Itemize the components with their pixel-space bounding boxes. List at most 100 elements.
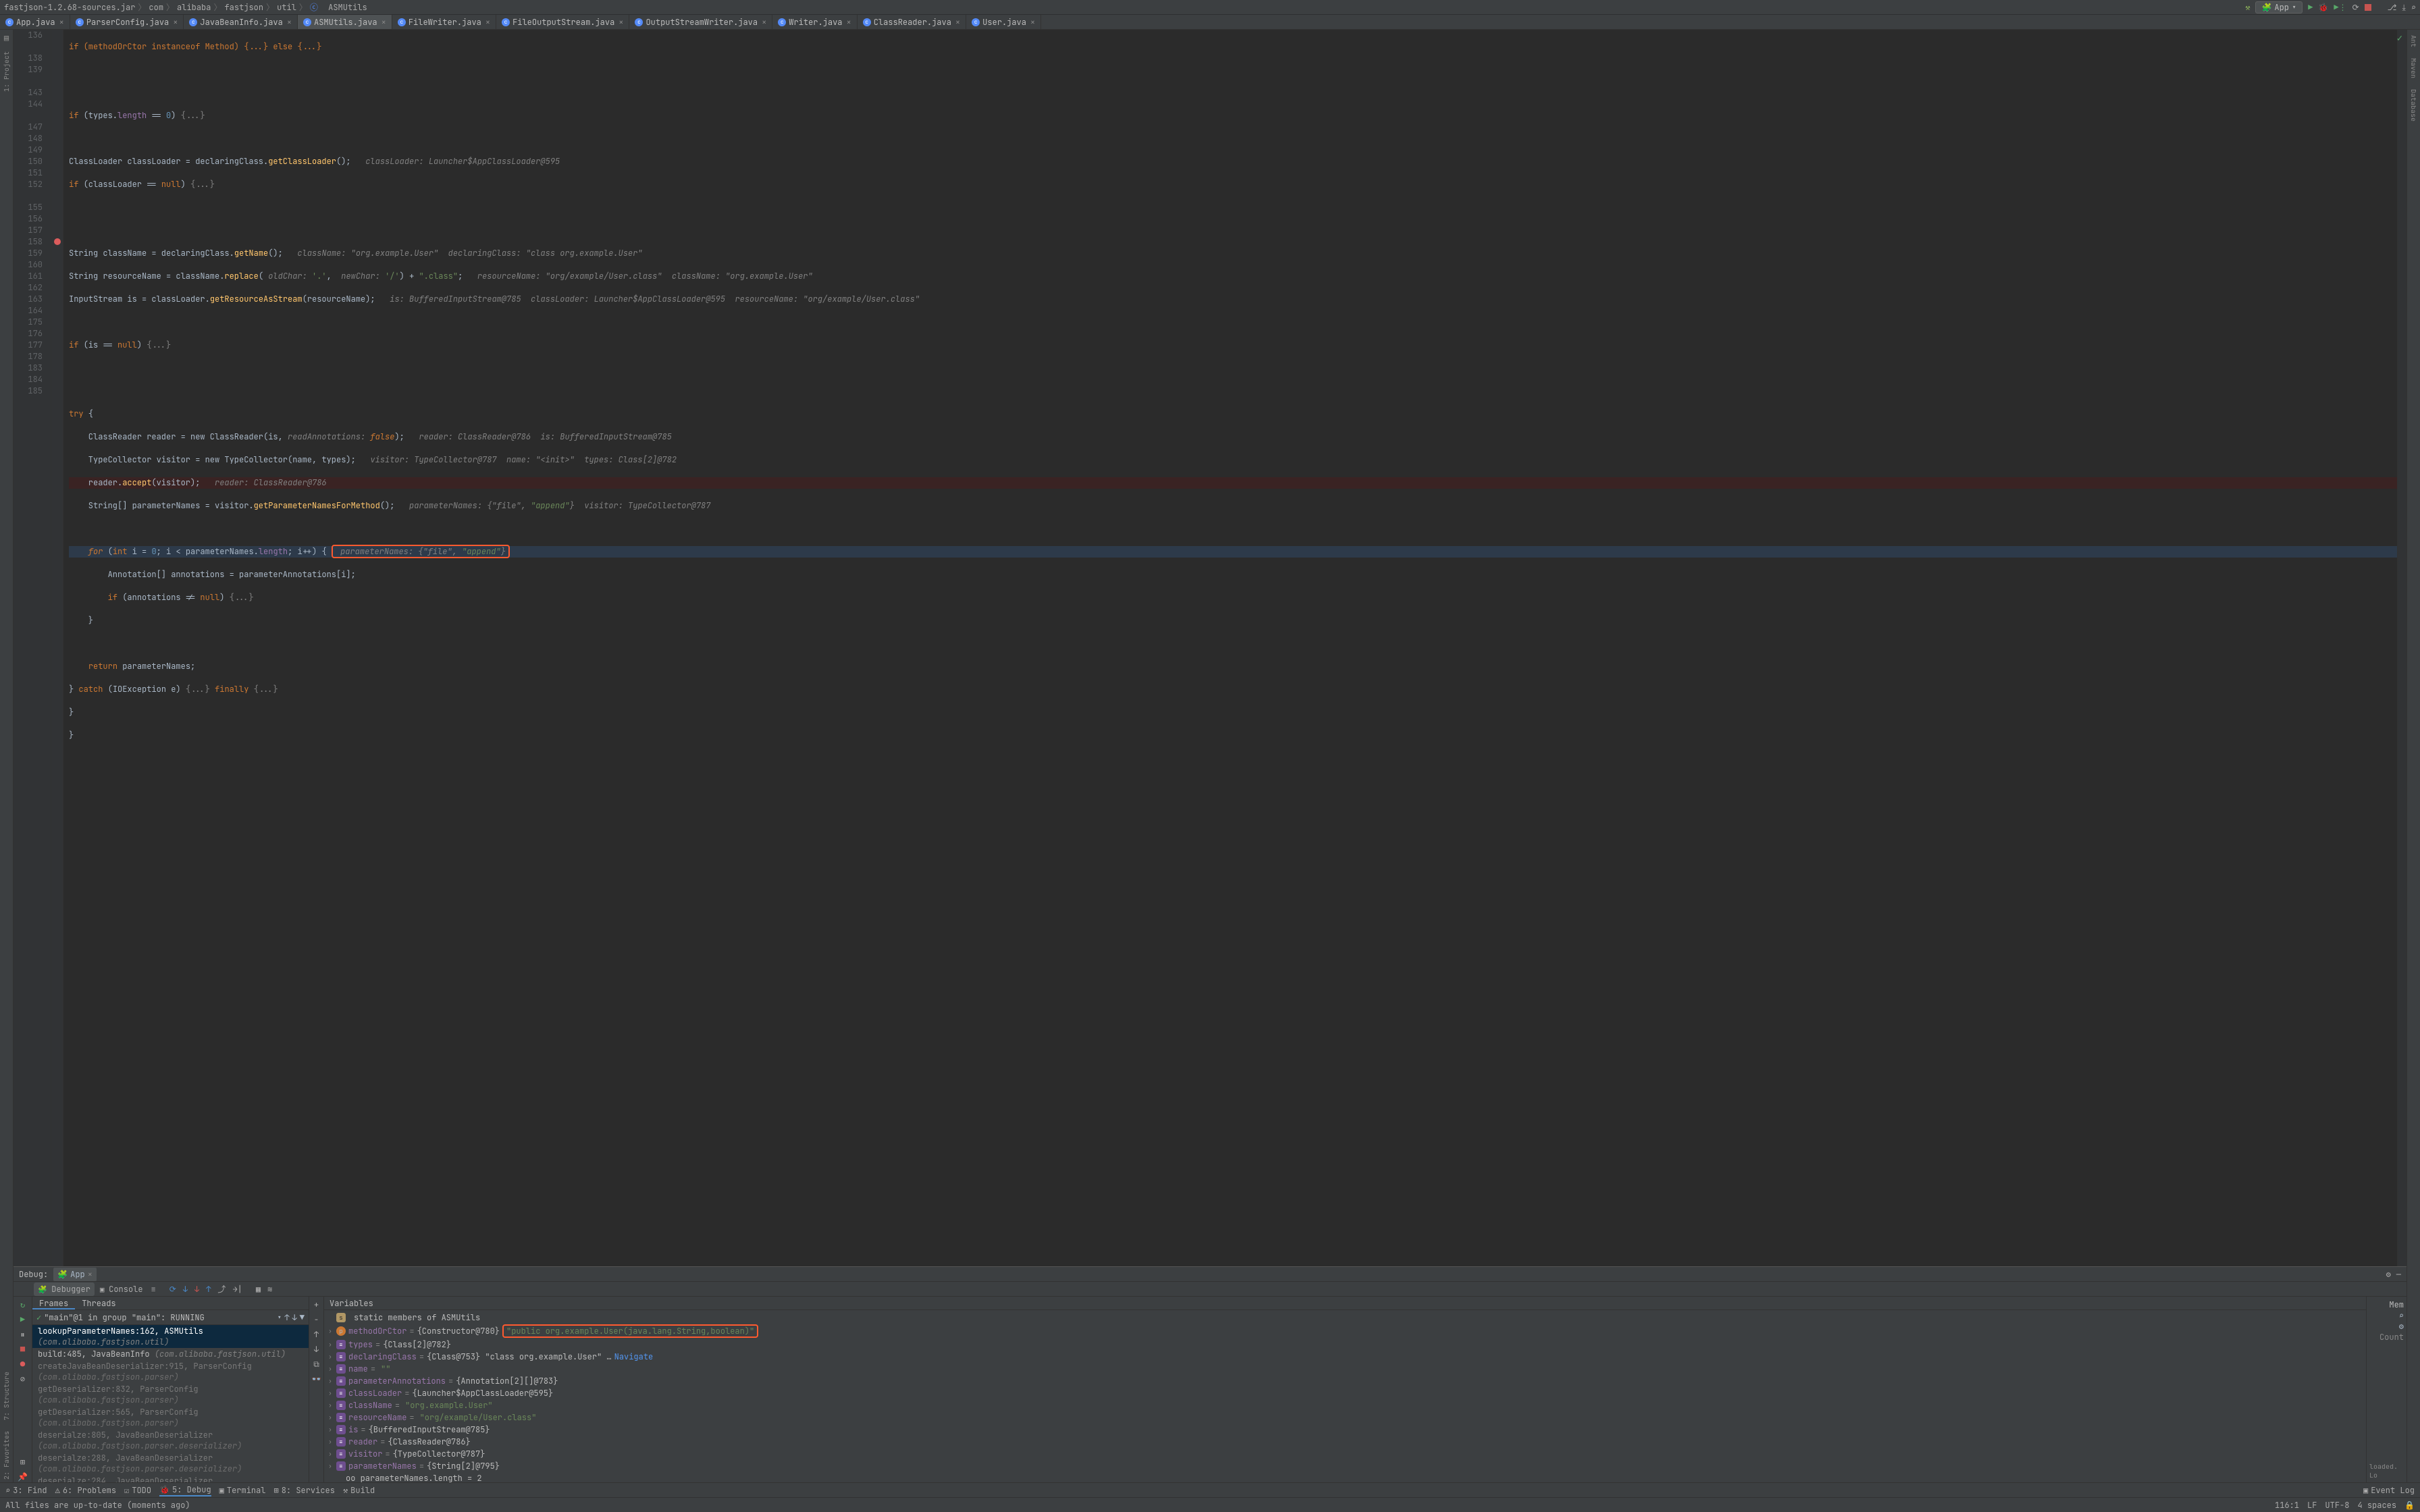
- toolwin-services[interactable]: ⊞ 8: Services: [274, 1485, 335, 1496]
- stack-frame[interactable]: deserialze:284, JavaBeanDeserializer (co…: [32, 1475, 309, 1482]
- editor-tab[interactable]: cASMUtils.java×: [298, 15, 392, 29]
- trace-icon[interactable]: ≋: [265, 1282, 275, 1296]
- build-icon[interactable]: ⚒: [2245, 2, 2250, 13]
- toolwin-eventlog[interactable]: ▣ Event Log: [2363, 1485, 2415, 1496]
- close-icon[interactable]: ×: [485, 17, 490, 28]
- close-icon[interactable]: ×: [619, 17, 623, 28]
- resume-icon[interactable]: ▶: [20, 1314, 25, 1325]
- editor-tab[interactable]: cOutputStreamWriter.java×: [629, 15, 772, 29]
- prev-frame-icon[interactable]: ↑: [284, 1312, 289, 1323]
- inspection-ok-icon[interactable]: ✓: [2397, 32, 2402, 45]
- coverage-icon[interactable]: ▶⋮: [2334, 2, 2346, 13]
- editor-tab[interactable]: cApp.java×: [0, 15, 70, 29]
- force-step-icon[interactable]: ↓: [192, 1282, 202, 1296]
- toolwin-build[interactable]: ⚒ Build: [343, 1485, 375, 1496]
- lock-icon[interactable]: 🔒: [2404, 1500, 2415, 1511]
- variables-list[interactable]: sstatic members of ASMUtils›pmethodOrCto…: [324, 1310, 2366, 1482]
- filter-icon[interactable]: ▼: [300, 1312, 305, 1323]
- mem-gear-icon[interactable]: ⚙: [2399, 1321, 2404, 1332]
- navigate-link[interactable]: Navigate: [614, 1351, 654, 1362]
- stack-frame[interactable]: getDeserializer:832, ParserConfig (com.a…: [32, 1383, 309, 1406]
- variable-row[interactable]: ›≡reader = {ClassReader@786}: [324, 1436, 2366, 1448]
- frames-tab[interactable]: Frames: [32, 1297, 75, 1310]
- variable-row[interactable]: ›≡name = "": [324, 1363, 2366, 1375]
- folder-icon[interactable]: ▤: [4, 32, 9, 43]
- variable-row[interactable]: ›≡resourceName = "org/example/User.class…: [324, 1411, 2366, 1424]
- drop-frame-icon[interactable]: ⤴: [215, 1282, 228, 1296]
- remove-var-icon[interactable]: −: [314, 1314, 319, 1325]
- step-tool-1[interactable]: ≡: [149, 1282, 159, 1296]
- minimize-icon[interactable]: —: [2396, 1269, 2401, 1280]
- stack-frame[interactable]: build:485, JavaBeanInfo (com.alibaba.fas…: [32, 1348, 309, 1360]
- editor-tab[interactable]: cClassReader.java×: [858, 15, 966, 29]
- breakpoint-icon[interactable]: [54, 238, 61, 245]
- toolwin-find[interactable]: ⌕ 3: Find: [5, 1485, 47, 1496]
- add-var-icon[interactable]: +: [314, 1299, 319, 1310]
- close-icon[interactable]: ×: [1030, 17, 1035, 28]
- thread-selector[interactable]: ✓ "main"@1 in group "main": RUNNING ▾ ↑ …: [32, 1310, 309, 1325]
- variable-row[interactable]: ›≡is = {BufferedInputStream@785}: [324, 1424, 2366, 1436]
- run-config-selector[interactable]: 🧩 App ▾: [2255, 1, 2303, 14]
- mute-bp-icon[interactable]: ⊘: [20, 1374, 25, 1384]
- debug-icon[interactable]: 🐞: [2318, 2, 2328, 13]
- layout-icon[interactable]: ⊞: [20, 1457, 25, 1467]
- stack-frame[interactable]: deserialze:288, JavaBeanDeserializer (co…: [32, 1452, 309, 1475]
- toolwin-terminal[interactable]: ▣ Terminal: [219, 1485, 266, 1496]
- evaluate-icon[interactable]: ▦: [253, 1282, 263, 1296]
- variable-row[interactable]: ›≡visitor = {TypeCollector@787}: [324, 1448, 2366, 1460]
- database-tool[interactable]: Database: [2409, 86, 2418, 124]
- close-icon[interactable]: ×: [59, 17, 64, 28]
- editor-tab[interactable]: cFileWriter.java×: [392, 15, 496, 29]
- step-over-icon[interactable]: ⟳: [167, 1282, 179, 1296]
- glasses-icon[interactable]: 👓: [311, 1374, 321, 1384]
- stack-frame[interactable]: getDeserializer:565, ParserConfig (com.a…: [32, 1406, 309, 1429]
- stack-frame[interactable]: deserialze:805, JavaBeanDeserializer (co…: [32, 1429, 309, 1452]
- close-icon[interactable]: ×: [955, 17, 960, 28]
- close-icon[interactable]: ×: [846, 17, 851, 28]
- toolwin-todo[interactable]: ☑ TODO: [124, 1485, 151, 1496]
- pin-icon[interactable]: 📌: [18, 1472, 28, 1482]
- stop-icon[interactable]: ■: [20, 1344, 25, 1355]
- attach-icon[interactable]: ⟳: [2352, 2, 2359, 13]
- gear-icon[interactable]: ⚙: [2386, 1269, 2391, 1280]
- line-sep[interactable]: LF: [2307, 1500, 2317, 1511]
- step-into-icon[interactable]: ↓: [180, 1282, 190, 1296]
- close-icon[interactable]: ×: [173, 17, 178, 28]
- variable-row[interactable]: oo parameterNames.length = 2: [324, 1472, 2366, 1482]
- view-bp-icon[interactable]: ●: [20, 1359, 25, 1370]
- frames-list[interactable]: lookupParameterNames:162, ASMUtils (com.…: [32, 1325, 309, 1482]
- editor-tab[interactable]: cParserConfig.java×: [70, 15, 184, 29]
- debugger-tab[interactable]: 🧩 Debugger: [34, 1282, 95, 1296]
- toolwin-debug[interactable]: 🐞 5: Debug: [159, 1484, 211, 1496]
- stack-frame[interactable]: createJavaBeanDeserializer:915, ParserCo…: [32, 1360, 309, 1383]
- variable-row[interactable]: ›pmethodOrCtor = {Constructor@780} "publ…: [324, 1324, 2366, 1339]
- project-tool[interactable]: 1: Project: [2, 49, 11, 94]
- next-frame-icon[interactable]: ↓: [292, 1312, 297, 1323]
- variable-row[interactable]: ›≡className = "org.example.User": [324, 1399, 2366, 1411]
- down-var-icon[interactable]: ↓: [314, 1344, 319, 1355]
- editor-tab[interactable]: cUser.java×: [966, 15, 1041, 29]
- caret-pos[interactable]: 116:1: [2275, 1500, 2299, 1511]
- up-var-icon[interactable]: ↑: [314, 1329, 319, 1340]
- variable-row[interactable]: ›≡parameterNames = {String[2]@795}: [324, 1460, 2366, 1472]
- close-icon[interactable]: ×: [287, 17, 292, 28]
- editor-scrollbar[interactable]: [2397, 30, 2406, 1266]
- structure-tool[interactable]: 7: Structure: [2, 1369, 11, 1423]
- favorites-tool[interactable]: 2: Favorites: [2, 1428, 11, 1482]
- encoding[interactable]: UTF-8: [2325, 1500, 2349, 1511]
- variable-row[interactable]: ›≡types = {Class[2]@782}: [324, 1339, 2366, 1351]
- close-icon[interactable]: ×: [382, 17, 386, 28]
- run-to-cursor-icon[interactable]: →|: [230, 1282, 244, 1296]
- threads-tab[interactable]: Threads: [75, 1297, 122, 1310]
- step-out-icon[interactable]: ↑: [203, 1282, 213, 1296]
- debug-left-rail[interactable]: ↻ ▶ ⏸ ■ ● ⊘ ⊞ 📌: [14, 1297, 32, 1482]
- ant-tool[interactable]: Ant: [2409, 32, 2418, 50]
- editor-tab[interactable]: cFileOutputStream.java×: [496, 15, 629, 29]
- vars-gutter[interactable]: + − ↑ ↓ ⧉ 👓: [309, 1297, 324, 1482]
- variable-row[interactable]: ›≡classLoader = {Launcher$AppClassLoader…: [324, 1387, 2366, 1399]
- editor-tab[interactable]: cWriter.java×: [772, 15, 857, 29]
- breadcrumb[interactable]: fastjson-1.2.68-sources.jar〉 com〉 alibab…: [4, 1, 367, 13]
- breakpoint-gutter[interactable]: [51, 30, 63, 1266]
- right-rail[interactable]: Ant Maven Database: [2406, 30, 2420, 1482]
- editor-tab[interactable]: cJavaBeanInfo.java×: [184, 15, 298, 29]
